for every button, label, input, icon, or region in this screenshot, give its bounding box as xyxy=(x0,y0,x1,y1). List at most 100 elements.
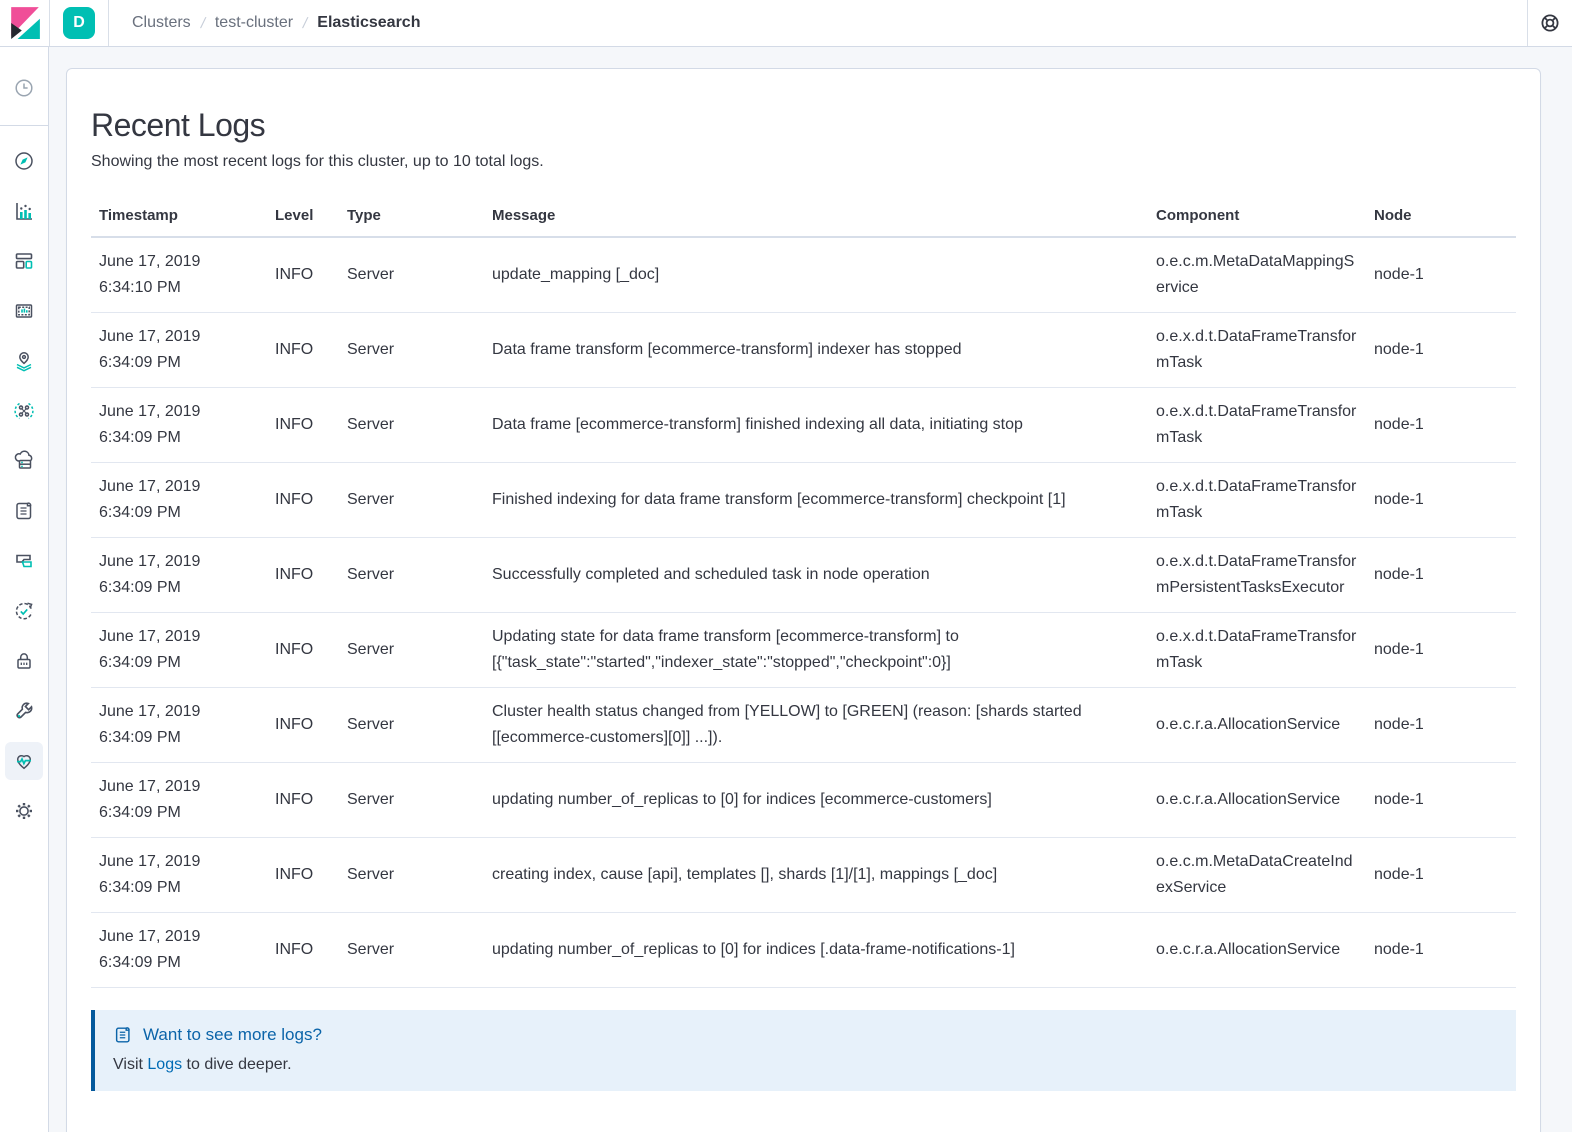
cell-node: node-1 xyxy=(1366,913,1516,988)
cell-timestamp: June 17, 20196:34:09 PM xyxy=(91,688,267,763)
logs-table-body: June 17, 20196:34:10 PM INFO Server upda… xyxy=(91,237,1516,988)
cell-node: node-1 xyxy=(1366,763,1516,838)
cell-level: INFO xyxy=(267,237,339,313)
cell-component: o.e.x.d.t.DataFrameTransformTask xyxy=(1148,388,1366,463)
log-table-row: June 17, 20196:34:09 PM INFO Server upda… xyxy=(91,913,1516,988)
page-title: Recent Logs xyxy=(91,107,1516,144)
cell-message: creating index, cause [api], templates [… xyxy=(484,838,1148,913)
breadcrumb-separator: / xyxy=(199,15,207,32)
sidebar-nav-list xyxy=(5,126,43,842)
sidebar-item-visualize[interactable] xyxy=(5,192,43,230)
cell-message: Cluster health status changed from [YELL… xyxy=(484,688,1148,763)
compass-icon xyxy=(13,150,35,172)
breadcrumb-test-cluster[interactable]: test-cluster xyxy=(215,14,293,32)
cell-node: node-1 xyxy=(1366,838,1516,913)
cell-level: INFO xyxy=(267,613,339,688)
cell-level: INFO xyxy=(267,688,339,763)
sidebar-item-uptime[interactable] xyxy=(5,592,43,630)
log-table-row: June 17, 20196:34:09 PM INFO Server Fini… xyxy=(91,463,1516,538)
log-table-row: June 17, 20196:34:09 PM INFO Server Succ… xyxy=(91,538,1516,613)
cell-type: Server xyxy=(339,913,484,988)
cell-message: updating number_of_replicas to [0] for i… xyxy=(484,763,1148,838)
cell-message: Data frame [ecommerce-transform] finishe… xyxy=(484,388,1148,463)
management-gear-icon xyxy=(13,800,35,822)
sidebar-item-management[interactable] xyxy=(5,792,43,830)
sidebar-item-machine-learning[interactable] xyxy=(5,392,43,430)
logs-callout-icon xyxy=(113,1025,133,1045)
cell-type: Server xyxy=(339,388,484,463)
kibana-logo[interactable] xyxy=(0,0,49,46)
column-header-component: Component xyxy=(1148,197,1366,237)
cell-node: node-1 xyxy=(1366,388,1516,463)
cell-timestamp: June 17, 20196:34:10 PM xyxy=(91,237,267,313)
column-header-node: Node xyxy=(1366,197,1516,237)
column-header-timestamp: Timestamp xyxy=(91,197,267,237)
table-header-row: Timestamp Level Type Message Component N… xyxy=(91,197,1516,237)
header-divider xyxy=(49,0,50,46)
cell-component: o.e.c.r.a.AllocationService xyxy=(1148,763,1366,838)
cell-type: Server xyxy=(339,237,484,313)
log-table-row: June 17, 20196:34:09 PM INFO Server Upda… xyxy=(91,613,1516,688)
cell-type: Server xyxy=(339,463,484,538)
recent-logs-table: Timestamp Level Type Message Component N… xyxy=(91,197,1516,988)
recent-logs-panel: Recent Logs Showing the most recent logs… xyxy=(66,68,1541,1132)
cell-component: o.e.x.d.t.DataFrameTransformTask xyxy=(1148,313,1366,388)
apm-icon xyxy=(13,550,35,572)
cell-message: Finished indexing for data frame transfo… xyxy=(484,463,1148,538)
cell-node: node-1 xyxy=(1366,237,1516,313)
cell-message: update_mapping [_doc] xyxy=(484,237,1148,313)
cell-type: Server xyxy=(339,538,484,613)
sidebar-item-recently-viewed[interactable] xyxy=(5,69,43,107)
help-button[interactable] xyxy=(1528,0,1572,46)
cell-component: o.e.c.r.a.AllocationService xyxy=(1148,913,1366,988)
sidebar-item-siem[interactable] xyxy=(5,642,43,680)
maps-pin-icon xyxy=(13,350,35,372)
sidebar-item-dev-tools[interactable] xyxy=(5,692,43,730)
cell-level: INFO xyxy=(267,763,339,838)
breadcrumb-elasticsearch: Elasticsearch xyxy=(317,14,420,32)
sidebar-item-apm[interactable] xyxy=(5,542,43,580)
log-table-row: June 17, 20196:34:09 PM INFO Server Clus… xyxy=(91,688,1516,763)
canvas-icon xyxy=(13,300,35,322)
log-table-row: June 17, 20196:34:09 PM INFO Server Data… xyxy=(91,388,1516,463)
left-nav-sidebar xyxy=(0,47,49,1132)
cell-timestamp: June 17, 20196:34:09 PM xyxy=(91,763,267,838)
breadcrumb-separator: / xyxy=(301,15,309,32)
cell-type: Server xyxy=(339,838,484,913)
cell-node: node-1 xyxy=(1366,688,1516,763)
cell-level: INFO xyxy=(267,388,339,463)
kibana-logo-icon xyxy=(8,6,42,40)
machine-learning-icon xyxy=(13,400,35,422)
log-table-row: June 17, 20196:34:09 PM INFO Server upda… xyxy=(91,763,1516,838)
logs-link[interactable]: Logs xyxy=(147,1056,182,1073)
log-table-row: June 17, 20196:34:09 PM INFO Server crea… xyxy=(91,838,1516,913)
sidebar-item-discover[interactable] xyxy=(5,142,43,180)
cell-level: INFO xyxy=(267,463,339,538)
monitoring-heartbeat-icon xyxy=(13,750,35,772)
sidebar-item-infrastructure[interactable] xyxy=(5,442,43,480)
space-selector-badge[interactable]: D xyxy=(63,7,95,39)
cell-timestamp: June 17, 20196:34:09 PM xyxy=(91,613,267,688)
column-header-type: Type xyxy=(339,197,484,237)
log-table-row: June 17, 20196:34:09 PM INFO Server Data… xyxy=(91,313,1516,388)
cell-component: o.e.x.d.t.DataFrameTransformPersistentTa… xyxy=(1148,538,1366,613)
visualize-chart-icon xyxy=(13,200,35,222)
main-content: Recent Logs Showing the most recent logs… xyxy=(49,47,1572,1132)
more-logs-callout: Want to see more logs? Visit Logs to div… xyxy=(91,1010,1516,1091)
sidebar-item-maps[interactable] xyxy=(5,342,43,380)
sidebar-item-dashboard[interactable] xyxy=(5,242,43,280)
sidebar-item-stack-monitoring[interactable] xyxy=(5,742,43,780)
sidebar-item-logs[interactable] xyxy=(5,492,43,530)
cell-node: node-1 xyxy=(1366,313,1516,388)
dev-tools-wrench-icon xyxy=(13,700,35,722)
cell-message: Data frame transform [ecommerce-transfor… xyxy=(484,313,1148,388)
breadcrumb-clusters[interactable]: Clusters xyxy=(132,14,191,32)
sidebar-item-canvas[interactable] xyxy=(5,292,43,330)
cell-component: o.e.c.r.a.AllocationService xyxy=(1148,688,1366,763)
logs-scroll-icon xyxy=(13,500,35,522)
callout-body: Visit Logs to dive deeper. xyxy=(113,1056,1498,1074)
cell-timestamp: June 17, 20196:34:09 PM xyxy=(91,388,267,463)
cell-type: Server xyxy=(339,613,484,688)
log-table-row: June 17, 20196:34:10 PM INFO Server upda… xyxy=(91,237,1516,313)
cell-type: Server xyxy=(339,688,484,763)
